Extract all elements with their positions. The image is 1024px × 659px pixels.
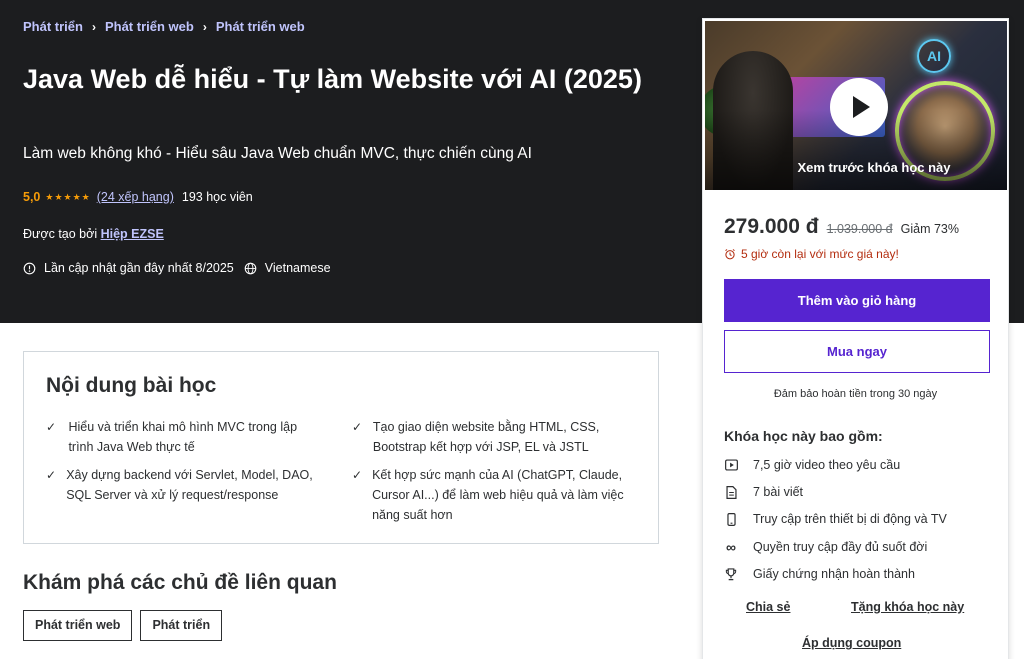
purchase-sidebar: AI Xem trước khóa học này 279.000 đ 1.03… [702, 18, 1009, 659]
breadcrumb-item-1[interactable]: Phát triển [23, 19, 83, 34]
check-icon: ✓ [352, 420, 363, 434]
rating-score: 5,0 [23, 190, 41, 204]
alert-circle-icon [23, 262, 44, 275]
course-meta: Lần cập nhật gần đây nhất 8/2025 Vietnam… [23, 261, 331, 275]
money-back-guarantee: Đảm bảo hoàn tiền trong 30 ngày [773, 388, 938, 400]
trophy-icon [724, 567, 738, 581]
topic-tag[interactable]: Phát triển web [23, 610, 133, 641]
chevron-right-icon: › [202, 19, 207, 34]
include-item: 7,5 giờ video theo yêu cầu [724, 458, 900, 472]
ai-badge-icon: AI [917, 39, 951, 73]
ratings-count-link[interactable]: (24 xếp hạng) [97, 190, 174, 204]
infinity-icon: ∞ [726, 539, 736, 555]
learn-item-text: Kết hợp sức mạnh của AI (ChatGPT, Claude… [372, 468, 624, 522]
preview-label: Xem trước khóa học này [797, 160, 951, 175]
include-item: ∞ Quyền truy cập đầy đủ suốt đời [724, 539, 928, 555]
price-row: 279.000 đ 1.039.000 đ Giảm 73% [724, 215, 959, 239]
globe-icon [244, 262, 265, 275]
rating-row: 5,0 ★★★★★ (24 xếp hạng) 193 học viên [23, 190, 253, 204]
learn-item-text: Tạo giao diện website bằng HTML, CSS, Bo… [372, 420, 600, 454]
learn-item: ✓ Tạo giao diện website bằng HTML, CSS, … [352, 417, 642, 457]
check-icon: ✓ [352, 468, 363, 482]
what-you-learn-box: Nội dung bài học ✓ Hiểu và triển khai mô… [23, 351, 659, 544]
last-updated: Lần cập nhật gần đây nhất 8/2025 [44, 261, 234, 275]
breadcrumb-item-2[interactable]: Phát triển web [105, 19, 194, 34]
apply-coupon-link[interactable]: Áp dụng coupon [802, 636, 901, 650]
chevron-right-icon: › [91, 19, 96, 34]
include-item-label: Quyền truy cập đầy đủ suốt đời [753, 540, 928, 554]
students-count: 193 học viên [181, 190, 253, 204]
original-price: 1.039.000 đ [826, 222, 893, 236]
timer-text: 5 giờ còn lại với mức giá này! [741, 247, 899, 261]
star-rating-icon: ★★★★★ [45, 191, 91, 202]
check-icon: ✓ [46, 420, 57, 434]
learn-item-text: Xây dựng backend với Servlet, Model, DAO… [66, 468, 313, 502]
course-title: Java Web dễ hiểu - Tự làm Website với AI… [23, 64, 642, 94]
include-item-label: Giấy chứng nhận hoàn thành [753, 567, 915, 581]
discount-label: Giảm 73% [900, 222, 959, 236]
play-button[interactable] [830, 78, 888, 136]
add-to-cart-button[interactable]: Thêm vào giỏ hàng [724, 279, 990, 322]
include-item: Giấy chứng nhận hoàn thành [724, 567, 915, 581]
learn-item: ✓ Kết hợp sức mạnh của AI (ChatGPT, Clau… [352, 465, 642, 525]
breadcrumb: Phát triển › Phát triển web › Phát triển… [23, 19, 305, 34]
mobile-icon [724, 512, 738, 526]
learn-item: ✓ Hiểu và triển khai mô hình MVC trong l… [46, 417, 316, 457]
topic-tag[interactable]: Phát triển [140, 610, 223, 641]
created-by: Được tạo bởi Hiệp EZSE [23, 227, 164, 241]
share-link[interactable]: Chia sẻ [746, 600, 790, 614]
includes-title: Khóa học này bao gồm: [724, 428, 883, 444]
related-topics-title: Khám phá các chủ đề liên quan [23, 571, 337, 594]
check-icon: ✓ [46, 468, 57, 482]
include-item: Truy cập trên thiết bị di động và TV [724, 512, 947, 526]
include-item-label: Truy cập trên thiết bị di động và TV [753, 512, 947, 526]
include-item: 7 bài viết [724, 485, 803, 499]
instructor-link[interactable]: Hiệp EZSE [101, 227, 164, 241]
course-preview[interactable]: AI Xem trước khóa học này [705, 21, 1007, 190]
article-icon [724, 485, 738, 499]
learn-title: Nội dung bài học [46, 374, 217, 397]
video-icon [724, 458, 738, 472]
price-timer: 5 giờ còn lại với mức giá này! [724, 247, 899, 261]
learn-item-text: Hiểu và triển khai mô hình MVC trong lập… [68, 420, 298, 454]
learn-item: ✓ Xây dựng backend với Servlet, Model, D… [46, 465, 328, 505]
created-by-label: Được tạo bởi [23, 227, 98, 241]
current-price: 279.000 đ [724, 215, 819, 238]
play-icon [853, 96, 870, 118]
include-item-label: 7 bài viết [753, 485, 804, 499]
breadcrumb-item-3[interactable]: Phát triển web [216, 19, 305, 34]
include-item-label: 7,5 giờ video theo yêu cầu [753, 458, 901, 472]
buy-now-button[interactable]: Mua ngay [724, 330, 990, 373]
related-topics-tags: Phát triển web Phát triển [23, 610, 230, 641]
alarm-clock-icon [724, 248, 741, 260]
gift-course-link[interactable]: Tặng khóa học này [851, 600, 964, 614]
course-subtitle: Làm web không khó - Hiểu sâu Java Web ch… [23, 145, 532, 162]
course-language: Vietnamese [264, 261, 331, 275]
